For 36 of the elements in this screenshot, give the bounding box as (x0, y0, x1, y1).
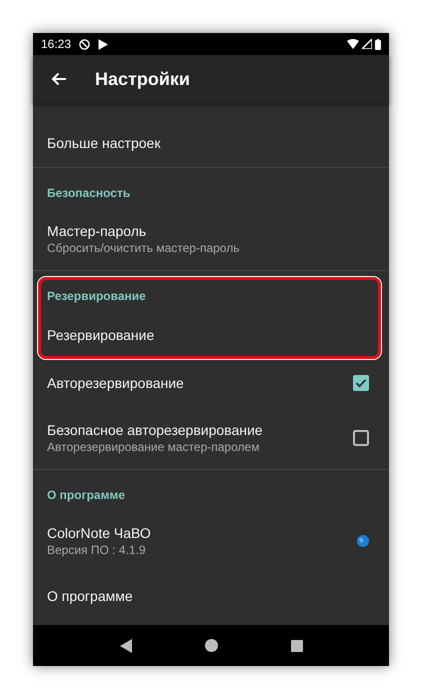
checkbox[interactable] (353, 430, 369, 446)
settings-item[interactable]: ColorNote ЧаВО Версия ПО : 4.1.9 (33, 510, 389, 572)
item-title: Резервирование (47, 326, 154, 344)
settings-item[interactable]: Авторезервирование (33, 359, 389, 407)
recents-square-icon (290, 640, 302, 652)
item-title: ColorNote ЧаВО (47, 524, 151, 542)
settings-item[interactable]: О программе (33, 572, 389, 620)
home-circle-icon (204, 639, 218, 652)
settings-item[interactable]: Мастер-пароль Сбросить/очистить мастер-пароль (33, 208, 389, 270)
item-title: Безопасное авторезервирование (47, 421, 263, 439)
item-title: Больше настроек (47, 134, 160, 152)
globe-icon (357, 535, 369, 547)
back-nav-button[interactable] (120, 638, 132, 652)
item-summary: Сбросить/очистить мастер-пароль (47, 240, 240, 256)
section-header: Безопасность (47, 185, 130, 202)
item-summary: Версия ПО : 4.1.9 (47, 542, 147, 558)
home-button[interactable] (204, 639, 218, 652)
signal-icon (362, 39, 372, 49)
item-title: Авторезервирование (47, 374, 184, 392)
section-header: Резервирование (47, 288, 146, 305)
settings-item[interactable]: Безопасное авторезервирование Авторезервирование мастер-паролем (33, 407, 389, 469)
item-title: Мастер-пароль (47, 222, 148, 240)
section-header: О программе (47, 487, 126, 504)
back-arrow-icon (51, 72, 67, 86)
wifi-icon (347, 39, 359, 49)
recents-button[interactable] (290, 640, 302, 652)
toolbar-title: Настройки (95, 68, 190, 91)
checkbox[interactable] (353, 375, 369, 391)
settings-item[interactable]: Резервирование (33, 311, 389, 359)
back-triangle-icon (120, 638, 132, 652)
item-summary: Авторезервирование мастер-паролем (47, 439, 260, 455)
settings-item[interactable]: Больше настроек (33, 119, 389, 167)
play-icon (98, 38, 108, 50)
status-time: 16:23 (41, 36, 72, 53)
battery-icon (375, 38, 381, 50)
item-title: О программе (47, 587, 133, 605)
